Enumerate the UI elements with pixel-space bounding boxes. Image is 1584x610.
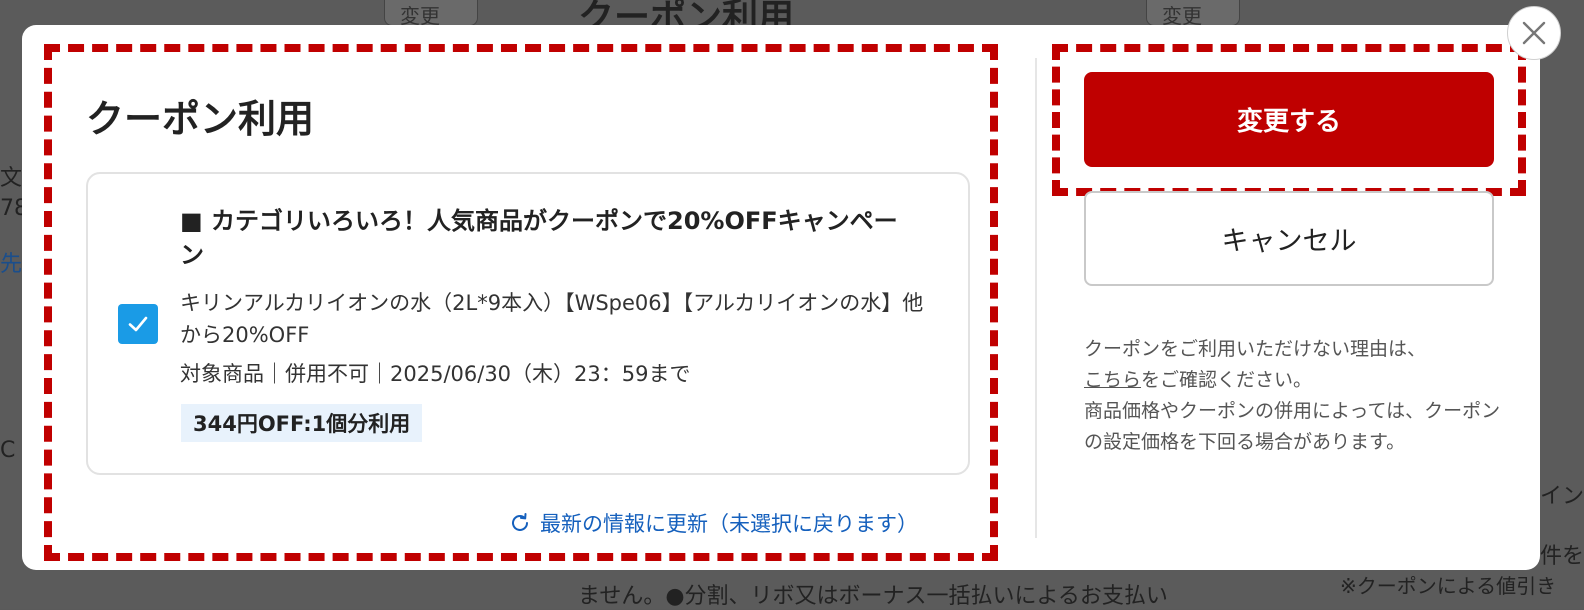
coupon-description: キリンアルカリイオンの水（2L*9本入）【WSpe06】【アルカリイオンの水】他… xyxy=(180,291,924,347)
coupon-discount-badge: 344円OFF:1個分利用 xyxy=(181,404,423,442)
column-divider xyxy=(1035,58,1037,538)
background-bottom-text: ません。●分割、リボ又はボーナス一括払いによるお支払い xyxy=(578,584,1168,609)
background-bottom-right-text: ※クーポンによる値引き xyxy=(1340,574,1557,598)
refresh-link[interactable]: 最新の情報に更新（未選択に戻ります） xyxy=(508,508,918,538)
note-link[interactable]: こちら xyxy=(1084,369,1141,391)
note-line-3: 商品価格やクーポンの併用によっては、クーポンの設定価格を下回る場合があります。 xyxy=(1084,400,1501,453)
note-line-1: クーポンをご利用いただけない理由は、 xyxy=(1084,338,1427,360)
checkmark-icon xyxy=(128,316,148,332)
background-left-text-4: C xyxy=(0,438,16,463)
note-line-2: こちらをご確認ください。 xyxy=(1084,365,1504,396)
background-right-text-2: 件を xyxy=(1540,544,1584,569)
refresh-icon xyxy=(512,513,528,531)
cancel-button[interactable]: キャンセル xyxy=(1084,191,1494,286)
coupon-note: クーポンをご利用いただけない理由は、 こちらをご確認ください。 商品価格やクーポ… xyxy=(1084,334,1504,458)
coupon-title: ■ カテゴリいろいろ！人気商品がクーポンで20%OFFキャンペーン xyxy=(180,207,898,269)
coupon-checkbox[interactable] xyxy=(118,304,158,344)
background-left-text-3: 先 xyxy=(0,252,23,277)
note-line-2-suffix: をご確認ください。 xyxy=(1141,369,1313,391)
background-right-text-1: イン xyxy=(1540,484,1584,509)
close-icon xyxy=(1522,21,1546,45)
close-button[interactable] xyxy=(1507,6,1561,60)
modal-title: クーポン利用 xyxy=(86,97,315,141)
refresh-label: 最新の情報に更新（未選択に戻ります） xyxy=(540,512,918,536)
apply-button[interactable]: 変更する xyxy=(1084,72,1494,167)
coupon-meta: 対象商品｜併用不可｜2025/06/30（木）23：59まで xyxy=(180,362,691,386)
